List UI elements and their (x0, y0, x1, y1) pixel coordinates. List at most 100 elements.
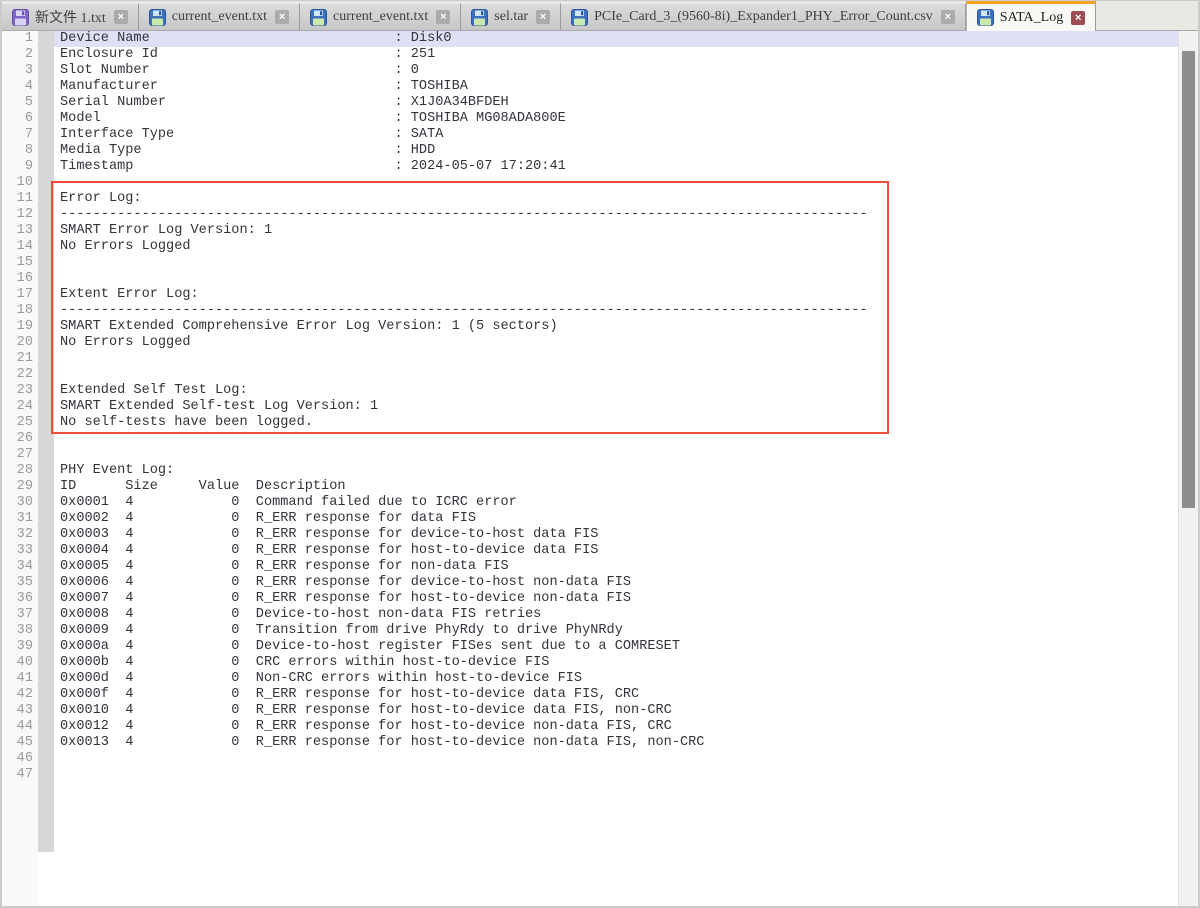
code-line: 12--------------------------------------… (2, 207, 868, 223)
floppy-purple-icon (12, 9, 29, 26)
code-line: 21 (2, 351, 868, 367)
line-number: 4 (2, 79, 38, 95)
code-text: 0x0009 4 0 Transition from drive PhyRdy … (60, 623, 623, 639)
code-text: 0x0005 4 0 R_ERR response for non-data F… (60, 559, 509, 575)
close-tab-icon[interactable]: × (1071, 11, 1085, 25)
close-tab-icon[interactable]: × (114, 10, 128, 24)
code-text: Enclosure Id : 251 (60, 47, 435, 63)
code-line: 17Extent Error Log: (2, 287, 868, 303)
tab-label: current_event.txt (172, 9, 267, 25)
vertical-scrollbar[interactable] (1178, 31, 1198, 906)
code-content: 1Device Name : Disk02Enclosure Id : 2513… (2, 31, 868, 783)
code-text: Slot Number : 0 (60, 63, 419, 79)
line-number: 9 (2, 159, 38, 175)
tab-sel-tar[interactable]: sel.tar× (461, 3, 561, 30)
code-line: 32 0x0003 4 0 R_ERR response for device-t… (2, 527, 868, 543)
close-tab-icon[interactable]: × (275, 10, 289, 24)
line-number: 18 (2, 303, 38, 319)
code-line: 390x000a 4 0 Device-to-host register FIS… (2, 639, 868, 655)
line-number: 7 (2, 127, 38, 143)
line-number: 2 (2, 47, 38, 63)
line-number: 12 (2, 207, 38, 223)
tab-current-event-txt[interactable]: current_event.txt × (300, 3, 461, 30)
line-number: 26 (2, 431, 38, 447)
line-number: 11 (2, 191, 38, 207)
code-text: Interface Type : SATA (60, 127, 443, 143)
floppy-blue-icon (471, 9, 488, 26)
code-line: 440x0012 4 0 R_ERR response for host-to-… (2, 719, 868, 735)
code-text: 0x0007 4 0 R_ERR response for host-to-de… (60, 591, 631, 607)
tab-label: PCIe_Card_3_(9560-8i)_Expander1_PHY_Erro… (594, 9, 933, 25)
code-line: 1 Device Name : Disk0 (2, 31, 868, 47)
line-number: 45 (2, 735, 38, 751)
code-line: 20No Errors Logged (2, 335, 868, 351)
close-tab-icon[interactable]: × (536, 10, 550, 24)
code-text: No self-tests have been logged. (60, 415, 313, 431)
line-number: 3 (2, 63, 38, 79)
floppy-blue-icon (977, 9, 994, 26)
line-number: 20 (2, 335, 38, 351)
code-line: 24SMART Extended Self-test Log Version: … (2, 399, 868, 415)
line-number: 21 (2, 351, 38, 367)
code-line: 29ID Size Value Description (2, 479, 868, 495)
code-line: 28PHY Event Log: (2, 463, 868, 479)
code-text: Extent Error Log: (60, 287, 199, 303)
tab-sata-log[interactable]: SATA_Log× (966, 1, 1096, 31)
close-tab-icon[interactable]: × (941, 10, 955, 24)
code-line: 7 Interface Type : SATA (2, 127, 868, 143)
code-line: 15 (2, 255, 868, 271)
code-line: 47 (2, 767, 868, 783)
line-number: 8 (2, 143, 38, 159)
line-number: 32 (2, 527, 38, 543)
editor-area[interactable]: 1Device Name : Disk02Enclosure Id : 2513… (2, 31, 1198, 906)
code-line: 330x0004 4 0 R_ERR response for host-to-… (2, 543, 868, 559)
line-number: 10 (2, 175, 38, 191)
close-tab-icon[interactable]: × (436, 10, 450, 24)
line-number: 31 (2, 511, 38, 527)
code-line: 19 SMART Extended Comprehensive Error Log… (2, 319, 868, 335)
line-number: 36 (2, 591, 38, 607)
line-number: 30 (2, 495, 38, 511)
code-line: 3 Slot Number : 0 (2, 63, 868, 79)
code-text: PHY Event Log: (60, 463, 174, 479)
tab-current-event-txt[interactable]: current_event.txt × (139, 3, 300, 30)
code-text: 0x0003 4 0 R_ERR response for device-to-… (60, 527, 598, 543)
line-number: 27 (2, 447, 38, 463)
line-number: 42 (2, 687, 38, 703)
tab-bar: 新文件 1.txt×current_event.txt×current_even… (2, 1, 1198, 31)
code-text: No Errors Logged (60, 239, 191, 255)
line-number: 46 (2, 751, 38, 767)
code-text: Timestamp : 2024-05-07 17:20:41 (60, 159, 566, 175)
code-line: 5Serial Number : X1J0A34BFDEH (2, 95, 868, 111)
code-line: 9 Timestamp : 2024-05-07 17:20:41 (2, 159, 868, 175)
code-line: 410x000d 4 0 Non-CRC errors within host-… (2, 671, 868, 687)
code-text: ----------------------------------------… (60, 303, 868, 319)
code-text: 0x0006 4 0 R_ERR response for device-to-… (60, 575, 631, 591)
line-number: 34 (2, 559, 38, 575)
line-number: 1 (2, 31, 38, 47)
line-number: 41 (2, 671, 38, 687)
line-number: 5 (2, 95, 38, 111)
code-line: 34 0x0005 4 0 R_ERR response for non-data… (2, 559, 868, 575)
code-text: 0x000b 4 0 CRC errors within host-to-dev… (60, 655, 549, 671)
code-text: 0x0012 4 0 R_ERR response for host-to-de… (60, 719, 672, 735)
line-number: 13 (2, 223, 38, 239)
code-text: 0x0002 4 0 R_ERR response for data FIS (60, 511, 476, 527)
tab-label: current_event.txt (333, 9, 428, 25)
tab-label: 新文件 1.txt (35, 7, 106, 27)
code-text: Device Name : Disk0 (60, 31, 452, 47)
code-line: 13SMART Error Log Version: 1 (2, 223, 868, 239)
code-text: 0x0008 4 0 Device-to-host non-data FIS r… (60, 607, 541, 623)
code-line: 400x000b 4 0 CRC errors within host-to-d… (2, 655, 868, 671)
code-text: SMART Extended Comprehensive Error Log V… (60, 319, 558, 335)
tab-pcie-card-3-9560-8i-expander1-phy-error-count-csv[interactable]: PCIe_Card_3_(9560-8i)_Expander1_PHY_Erro… (561, 3, 966, 30)
scrollbar-thumb[interactable] (1182, 51, 1195, 508)
line-number: 19 (2, 319, 38, 335)
code-line: 22 (2, 367, 868, 383)
line-number: 16 (2, 271, 38, 287)
code-line: 16 (2, 271, 868, 287)
tab-1-txt[interactable]: 新文件 1.txt × (2, 3, 139, 30)
line-number: 33 (2, 543, 38, 559)
line-number: 37 (2, 607, 38, 623)
code-line: 4Manufacturer : TOSHIBA (2, 79, 868, 95)
